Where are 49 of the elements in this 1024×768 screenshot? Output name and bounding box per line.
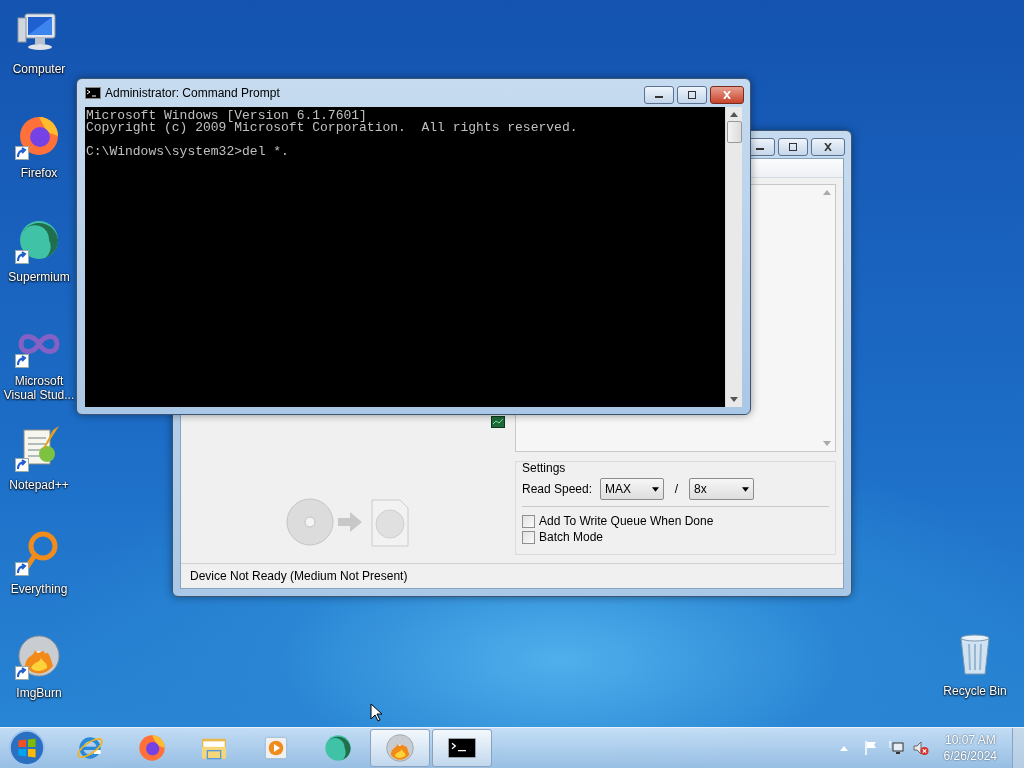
mouse-pointer-icon [370,703,382,722]
muted-speaker-icon[interactable] [912,740,929,756]
console-prompt-line: C:\Windows\system32>del *. [86,146,289,158]
status-text: Device Not Ready (Medium Not Present) [190,569,408,583]
caret-icon [652,486,659,492]
desktop-icon-label[interactable]: Computer [0,62,78,76]
network-icon[interactable] [887,740,904,756]
desktop-icon-label[interactable]: Microsoft Visual Stud... [0,374,78,402]
scroll-down-icon[interactable] [730,397,738,402]
group-title: Settings [522,461,567,475]
caret-icon [742,486,749,492]
desktop-icon-label[interactable]: Recycle Bin [936,684,1014,698]
close-icon [822,143,834,151]
separator-text: / [673,482,680,496]
maximize-button[interactable] [677,86,707,104]
clock-date: 6/26/2024 [943,748,997,764]
close-button[interactable] [811,138,845,156]
checkbox[interactable] [522,530,535,544]
terminal-icon [85,87,101,99]
desktop-icon-label[interactable]: Supermium [0,270,78,284]
close-icon [721,91,733,99]
maximize-icon [686,91,698,99]
minimize-button[interactable] [644,86,674,104]
window-title: Administrator: Command Prompt [105,86,280,100]
desktop-icon-label[interactable]: Firefox [0,166,78,180]
clock-time: 10:07 AM [944,732,996,748]
read-speed-label: Read Speed: [522,482,594,496]
checkbox-label[interactable]: Add To Write Queue When Done [539,514,714,528]
maximize-icon [787,143,799,151]
desktop-icon-label[interactable]: Notepad++ [0,478,78,492]
read-speed-dropdown[interactable]: MAX [600,478,664,500]
desktop-icon-label[interactable]: ImgBurn [0,686,78,700]
browser-icon [322,732,354,764]
speed-dropdown[interactable]: 8x [689,478,754,500]
scrollbar[interactable] [725,107,742,407]
taskbar-button[interactable] [432,729,492,767]
console-output-line: Copyright (c) 2009 Microsoft Corporation. All rights reserved. [86,122,578,134]
scroll-thumb[interactable] [726,121,742,143]
desktop-icon-label[interactable]: Everything [0,582,78,596]
maximize-button[interactable] [778,138,808,156]
graph-icon[interactable] [491,416,505,428]
browser-icon [136,732,168,764]
checkbox-label[interactable]: Batch Mode [539,530,604,544]
checkbox[interactable] [522,514,535,528]
burning-disc-icon[interactable] [15,632,63,680]
scroll-up-icon[interactable] [730,112,738,117]
close-button[interactable] [710,86,744,104]
console-output-line: Microsoft Windows [Version 6.1.7601] [86,110,367,122]
burning-disc-icon [384,732,416,764]
